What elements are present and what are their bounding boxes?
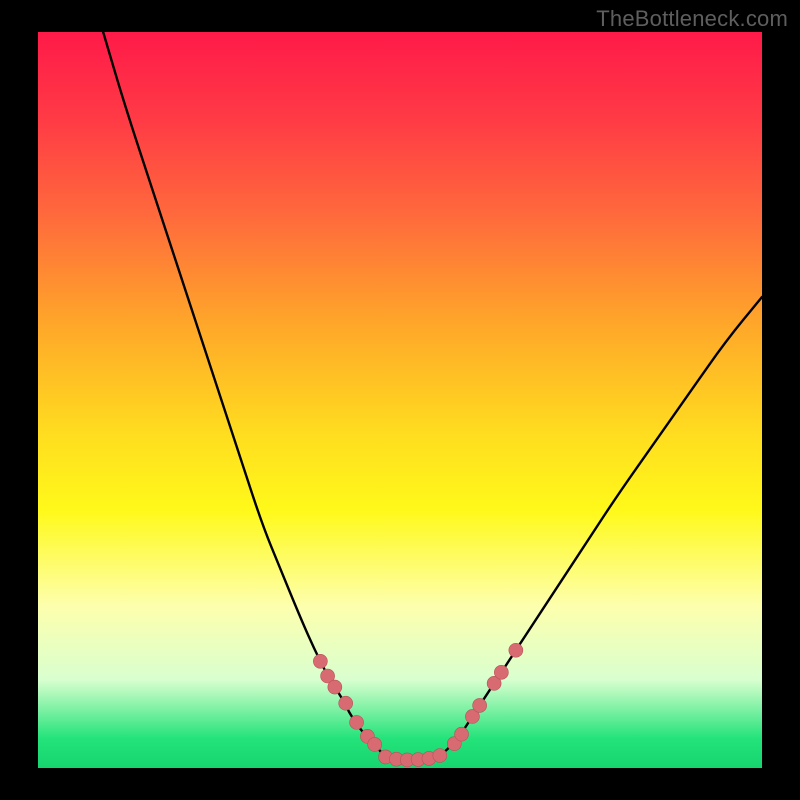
- watermark-text: TheBottleneck.com: [596, 6, 788, 32]
- data-marker: [368, 737, 382, 751]
- data-marker: [509, 643, 523, 657]
- series-group: [103, 32, 762, 760]
- data-marker: [494, 665, 508, 679]
- data-marker: [339, 696, 353, 710]
- data-marker: [328, 680, 342, 694]
- data-marker: [313, 654, 327, 668]
- bottleneck-curve: [103, 32, 762, 760]
- data-marker: [455, 727, 469, 741]
- data-marker: [433, 748, 447, 762]
- chart-frame: TheBottleneck.com: [0, 0, 800, 800]
- data-marker: [350, 715, 364, 729]
- marker-group: [313, 643, 522, 767]
- plot-area: [38, 32, 762, 768]
- data-marker: [473, 698, 487, 712]
- chart-svg: [38, 32, 762, 768]
